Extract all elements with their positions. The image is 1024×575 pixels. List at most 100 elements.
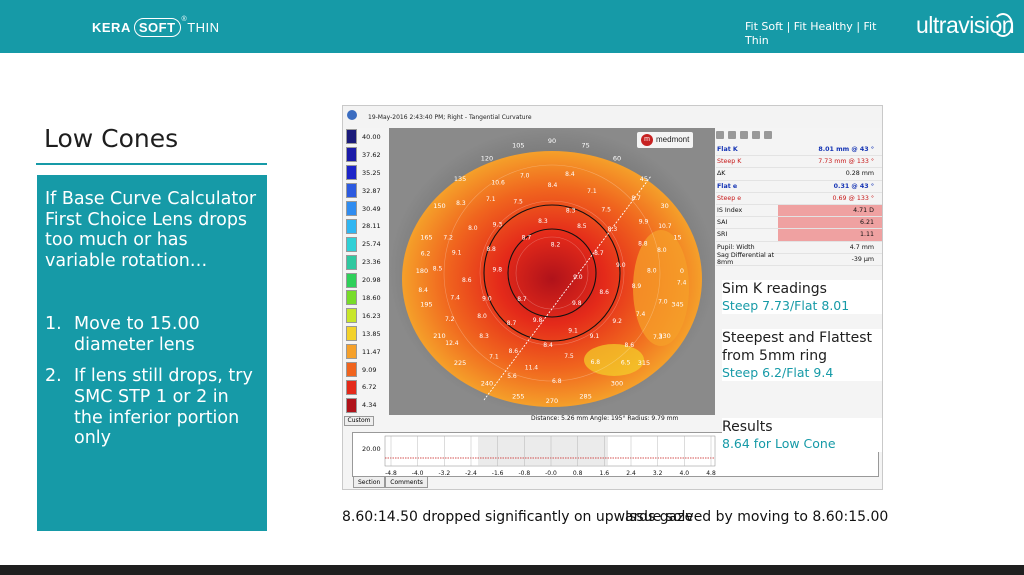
scale-swatch (346, 218, 357, 234)
tab-section[interactable]: Section (353, 476, 386, 488)
list-item-text: Move to 15.00 diameter lens (74, 313, 200, 355)
ultravision-logo-ring-icon (993, 13, 1013, 37)
curvature-value: 8.7 (517, 296, 527, 303)
logo-registered-mark: ® (181, 15, 188, 23)
metric-label: Steep K (717, 158, 742, 166)
curvature-value: 10.7 (658, 223, 672, 230)
metric-row: Sag Differential at 8mm -39 μm (716, 252, 882, 266)
metric-value: 7.73 mm @ 133 ° (818, 158, 874, 166)
note-detail: 8.64 for Low Cone (722, 436, 836, 451)
section-tick-label: -0.8 (518, 470, 530, 477)
note-results: Results 8.64 for Low Cone (722, 418, 882, 452)
curvature-value: 7.1 (489, 353, 499, 360)
curvature-value: 8.0 (647, 267, 657, 274)
metric-label: SAI (717, 219, 728, 227)
angle-label: 210 (433, 332, 445, 340)
section-tick-label: -2.4 (465, 470, 477, 477)
curvature-value: 9.1 (568, 328, 578, 335)
section-tick-label: 1.6 (600, 470, 610, 477)
curvature-value: 7.1 (486, 196, 496, 203)
export-icon[interactable] (764, 131, 772, 139)
curvature-value: 9.2 (612, 318, 622, 325)
metric-value: -39 μm (851, 255, 874, 263)
metric-row: SRI 1.11 (716, 229, 882, 242)
metric-row: Steep K 7.73 mm @ 133 ° (716, 156, 882, 169)
metric-label: Steep e (717, 194, 742, 202)
scale-value: 9.09 (362, 365, 377, 374)
metric-label: ΔK (717, 170, 726, 178)
angle-label: 15 (673, 233, 681, 241)
metric-row: SAI 6.21 (716, 217, 882, 230)
list-icon[interactable] (740, 131, 748, 139)
curvature-value: 8.8 (638, 240, 648, 247)
metric-row: Flat e 0.31 @ 43 ° (716, 181, 882, 193)
scale-row: 35.25 (344, 164, 388, 182)
scale-swatch (346, 290, 357, 306)
metric-row: IS Index 4.71 D (716, 204, 882, 218)
metric-label: Flat e (717, 182, 738, 190)
tab-comments[interactable]: Comments (385, 476, 428, 488)
angle-label: 345 (671, 301, 683, 309)
scale-value: 20.98 (362, 276, 381, 285)
metric-value: 0.31 @ 43 ° (833, 182, 874, 190)
scale-swatch (346, 147, 357, 163)
panel-intro: If Base Curve Calculator First Choice Le… (45, 189, 257, 272)
curvature-value: 7.5 (601, 207, 611, 214)
scale-row: 37.62 (344, 146, 388, 164)
curvature-value: 10.6 (491, 180, 505, 187)
metric-label: Pupil: Width (717, 243, 755, 251)
scale-value: 25.74 (362, 240, 381, 249)
map-toolbar (716, 131, 772, 141)
curvature-value: 9.9 (639, 218, 649, 225)
angle-label: 0 (680, 267, 684, 275)
curvature-map-graphic: 90 105 75 120 60 135 45 150 30 165 15 180 0 195 345 210… (389, 128, 715, 415)
topography-header: 19-May-2016 2:43:40 PM; Right - Tangenti… (343, 106, 882, 128)
note-heading: Steepest and Flattest from 5mm ring (722, 330, 873, 364)
curvature-map[interactable]: 90 105 75 120 60 135 45 150 30 165 15 180 0 195 345 210… (389, 128, 715, 415)
metric-row: Steep e 0.69 @ 133 ° (716, 193, 882, 205)
curvature-value: 7.0 (520, 172, 530, 179)
metric-value: 1.11 (778, 229, 882, 241)
curvature-value: 8.6 (599, 289, 609, 296)
curvature-value: 8.3 (538, 218, 548, 225)
custom-scale-button[interactable]: Custom (344, 416, 374, 426)
scale-swatch (346, 183, 357, 199)
curvature-value: 8.0 (468, 225, 478, 232)
medmont-m-icon: m (641, 133, 653, 146)
scale-row: 4.34 (344, 396, 388, 414)
scale-row: 20.98 (344, 271, 388, 289)
curvature-value: 8.4 (548, 182, 558, 189)
curvature-value: 8.3 (566, 207, 576, 214)
angle-label: 255 (512, 393, 524, 401)
curvature-value: 5.6 (507, 373, 517, 380)
curvature-value: 9.0 (482, 295, 492, 302)
scale-row: 11.47 (344, 343, 388, 361)
scale-value: 6.72 (362, 383, 377, 392)
note-detail: Steep 7.73/Flat 8.01 (722, 298, 850, 313)
list-item: 2. If lens still drops, try SMC STP 1 or… (45, 366, 261, 449)
curvature-value: 7.5 (513, 199, 523, 206)
scale-swatch (346, 308, 357, 324)
curvature-value: 9.1 (452, 250, 462, 257)
scale-row: 28.11 (344, 217, 388, 235)
table-icon[interactable] (728, 131, 736, 139)
logo-text-middle: SOFT (133, 17, 181, 37)
print-icon[interactable] (752, 131, 760, 139)
angle-label: 195 (420, 301, 432, 309)
curvature-value: 9.8 (493, 266, 503, 273)
curvature-value: 9.1 (590, 333, 600, 340)
curvature-value: 6.5 (621, 360, 631, 367)
refresh-icon[interactable] (716, 131, 724, 139)
note-heading: Results (722, 419, 773, 435)
metric-value: 4.7 mm (849, 243, 874, 251)
section-tick-label: -1.6 (492, 470, 504, 477)
curvature-value: 8.4 (418, 287, 428, 294)
cursor-readout: Distance: 5.26 mm Angle: 195° Radius: 9.… (531, 415, 679, 422)
scale-row: 25.74 (344, 235, 388, 253)
note-steepest-flattest: Steepest and Flattest from 5mm ring Stee… (722, 329, 882, 381)
curvature-value: 8.3 (479, 333, 489, 340)
scale-value: 13.85 (362, 329, 381, 338)
scale-swatch (346, 165, 357, 181)
metric-row: Flat K 8.01 mm @ 43 ° (716, 144, 882, 157)
curvature-value: 9.8 (533, 317, 543, 324)
